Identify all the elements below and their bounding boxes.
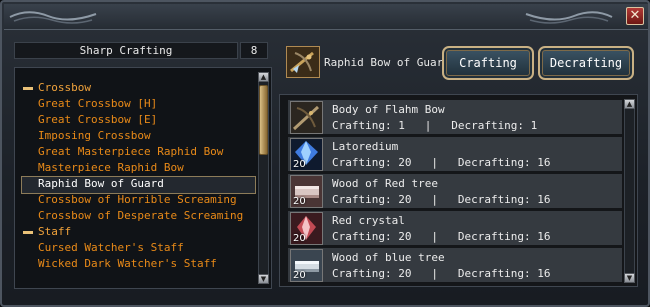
crossbow-icon <box>290 51 314 73</box>
material-quantity: 20 <box>293 233 306 244</box>
material-row[interactable]: 20 Wood of blue tree Crafting: 20 | Decr… <box>288 248 622 282</box>
category-count: 8 <box>240 42 268 59</box>
recipe-list-scrollbar[interactable]: ▲ ▼ <box>258 72 269 284</box>
material-name: Wood of blue tree <box>332 251 445 264</box>
decrafting-button[interactable]: Decrafting <box>538 46 634 80</box>
blue-crystal-icon: 20 <box>290 138 323 171</box>
material-quantity: 20 <box>293 270 306 281</box>
material-row[interactable]: 20 Wood of Red tree Crafting: 20 | Decra… <box>288 174 622 208</box>
material-quantity: 20 <box>293 196 306 207</box>
material-stats: Crafting: 20 | Decrafting: 16 <box>332 156 551 169</box>
material-row[interactable]: 20 Latoredium Crafting: 20 | Decrafting:… <box>288 137 622 171</box>
crafting-button[interactable]: Crafting <box>442 46 534 80</box>
list-item-selected[interactable]: Raphid Bow of Guard <box>15 176 256 194</box>
material-stats: Crafting: 1 | Decrafting: 1 <box>332 119 538 132</box>
close-button[interactable]: ✕ <box>626 7 644 25</box>
list-item[interactable]: Imposing Crossbow <box>15 128 255 144</box>
list-item[interactable]: Masterpiece Raphid Bow <box>15 160 255 176</box>
material-row[interactable]: Body of Flahm Bow Crafting: 1 | Decrafti… <box>288 100 622 134</box>
selected-item-icon <box>286 46 320 78</box>
list-item[interactable]: Great Crossbow [H] <box>15 96 255 112</box>
material-name: Body of Flahm Bow <box>332 103 445 116</box>
list-item[interactable]: Crossbow of Desperate Screaming <box>15 208 255 224</box>
scroll-up-button[interactable]: ▲ <box>258 72 269 82</box>
category-title: Sharp Crafting <box>14 42 238 59</box>
close-icon: ✕ <box>629 8 641 23</box>
list-category-crossbow[interactable]: Crossbow <box>15 80 255 96</box>
materials-panel: Body of Flahm Bow Crafting: 1 | Decrafti… <box>279 94 638 287</box>
material-name: Red crystal <box>332 214 405 227</box>
material-quantity: 20 <box>293 159 306 170</box>
scroll-down-button[interactable]: ▼ <box>624 273 635 283</box>
list-item[interactable]: Great Masterpiece Raphid Bow <box>15 144 255 160</box>
recipe-list-panel: Crossbow Great Crossbow [H] Great Crossb… <box>14 67 272 289</box>
recipe-list: Crossbow Great Crossbow [H] Great Crossb… <box>15 80 256 272</box>
category-bullet-icon <box>23 87 33 90</box>
title-bar[interactable] <box>4 4 648 30</box>
selected-item-name: Raphid Bow of Guard <box>324 56 450 69</box>
material-row[interactable]: 20 Red crystal Crafting: 20 | Decrafting… <box>288 211 622 245</box>
material-stats: Crafting: 20 | Decrafting: 16 <box>332 230 551 243</box>
red-wood-icon: 20 <box>290 175 323 208</box>
material-stats: Crafting: 20 | Decrafting: 16 <box>332 267 551 280</box>
material-name: Latoredium <box>332 140 399 153</box>
list-item[interactable]: Cursed Watcher's Staff <box>15 240 255 256</box>
blue-wood-icon: 20 <box>290 249 323 282</box>
list-item[interactable]: Crossbow of Horrible Screaming <box>15 192 255 208</box>
scroll-thumb[interactable] <box>259 85 268 155</box>
red-crystal-icon: 20 <box>290 212 323 245</box>
scroll-down-button[interactable]: ▼ <box>258 274 269 284</box>
ornament-left-icon <box>9 11 97 24</box>
category-bullet-icon <box>23 231 33 234</box>
scroll-up-button[interactable]: ▲ <box>624 99 635 109</box>
material-name: Wood of Red tree <box>332 177 438 190</box>
material-stats: Crafting: 20 | Decrafting: 16 <box>332 193 551 206</box>
list-item[interactable]: Wicked Dark Watcher's Staff <box>15 256 255 272</box>
list-category-staff[interactable]: Staff <box>15 224 255 240</box>
bow-body-icon <box>290 101 323 134</box>
materials-scrollbar[interactable]: ▲ ▼ <box>624 99 635 283</box>
list-item[interactable]: Great Crossbow [E] <box>15 112 255 128</box>
ornament-right-icon <box>525 11 613 24</box>
